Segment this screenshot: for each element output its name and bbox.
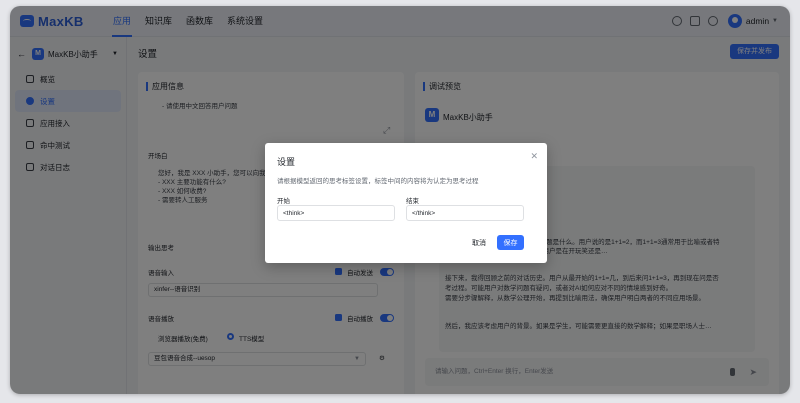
start-label: 开始: [277, 198, 290, 205]
cancel-button[interactable]: 取消: [466, 235, 492, 250]
dialog-description: 请根据模型返回的思考标签设置，标签中间的内容将为认定为思考过程: [277, 178, 479, 185]
end-tag-input[interactable]: [406, 205, 524, 221]
dialog-title: 设置: [277, 157, 296, 167]
app-root: MaxKB 应用 知识库 函数库 系统设置 admin ▼ ← M MaxKB小…: [10, 6, 790, 394]
end-label: 结束: [406, 198, 419, 205]
close-icon[interactable]: ✕: [530, 151, 538, 162]
settings-dialog: 设置 ✕ 请根据模型返回的思考标签设置，标签中间的内容将为认定为思考过程 开始 …: [265, 143, 547, 263]
start-tag-input[interactable]: [277, 205, 395, 221]
save-button[interactable]: 保存: [497, 235, 524, 250]
window-frame: MaxKB 应用 知识库 函数库 系统设置 admin ▼ ← M MaxKB小…: [10, 6, 790, 394]
